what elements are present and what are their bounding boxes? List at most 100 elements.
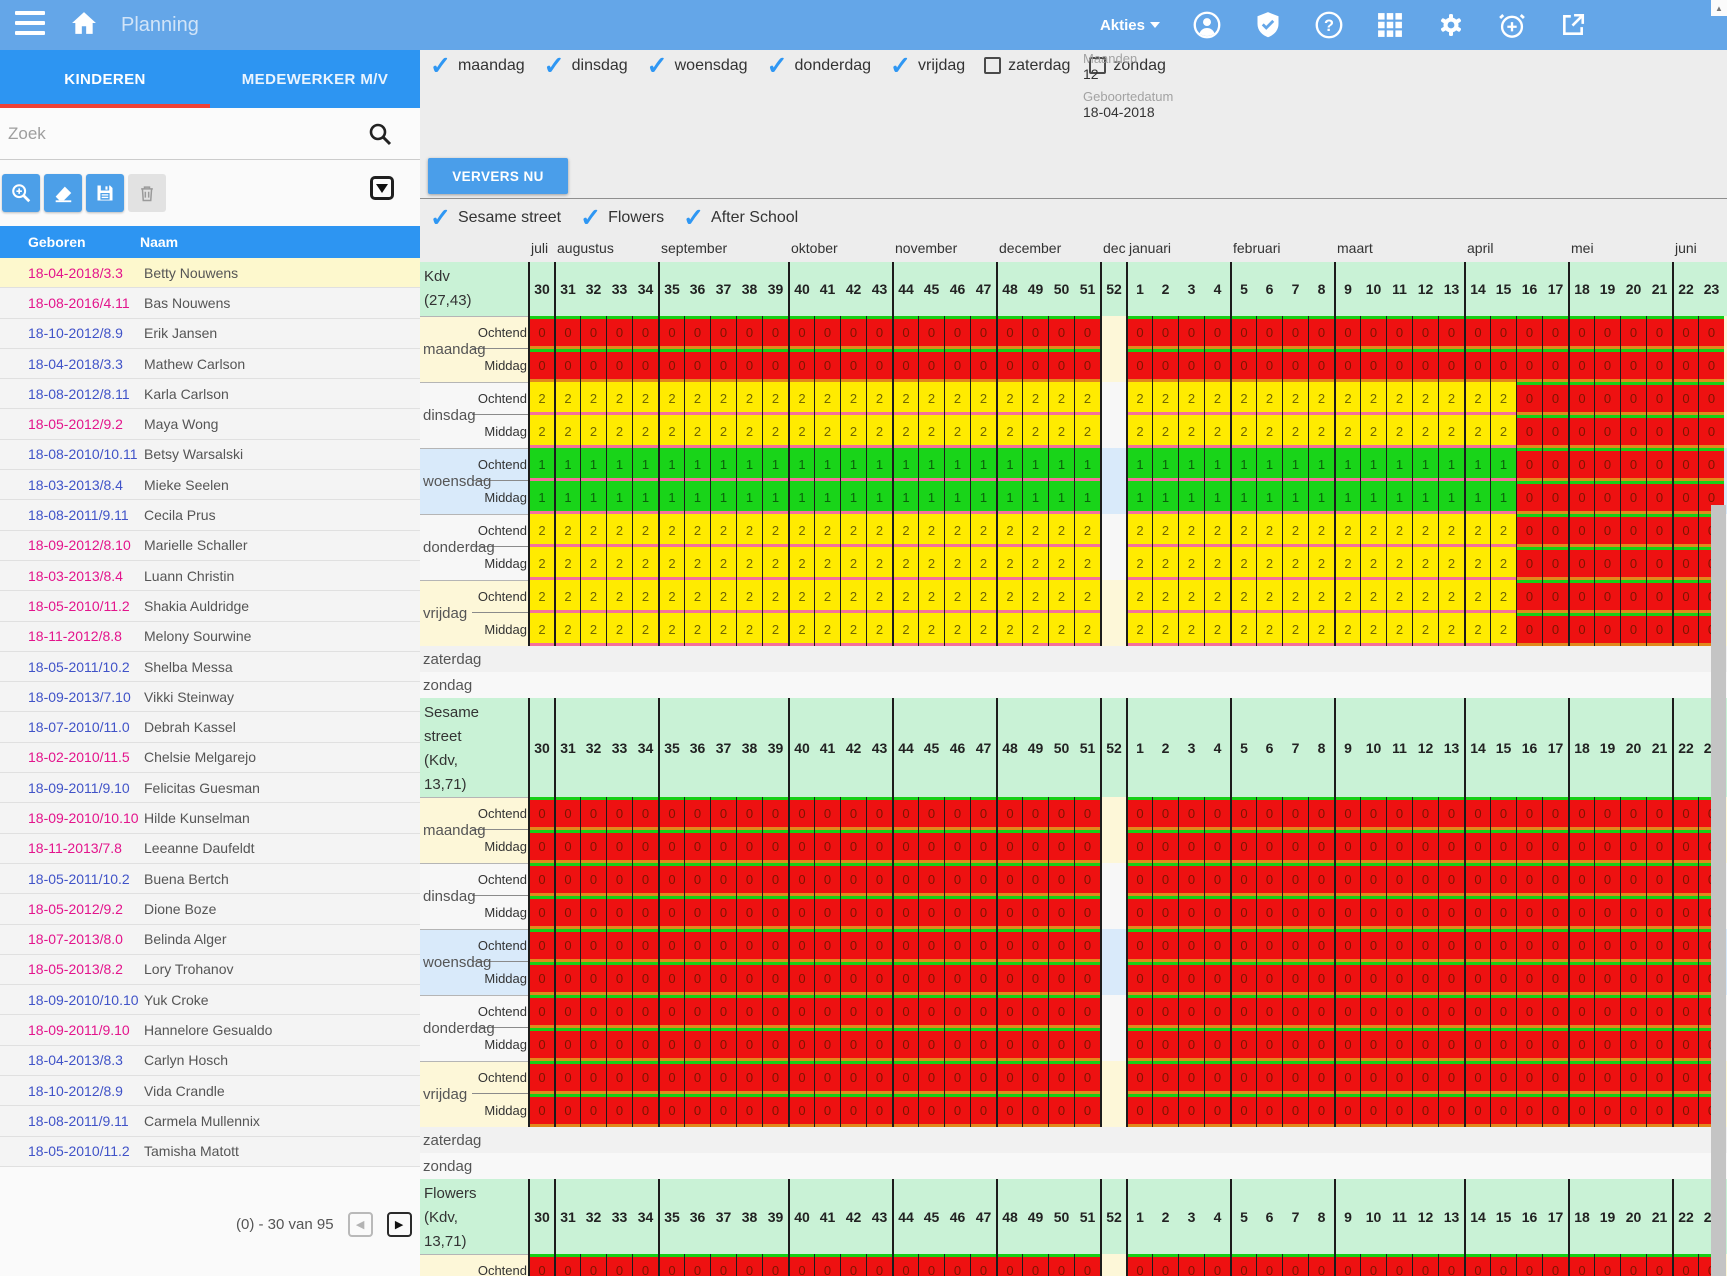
schedule-cell[interactable]: 0 <box>632 349 658 382</box>
schedule-cell[interactable]: 0 <box>632 863 658 896</box>
ververs-nu-button[interactable]: VERVERS NU <box>428 158 568 194</box>
schedule-cell[interactable]: 2 <box>970 415 996 448</box>
schedule-cell[interactable]: 2 <box>1386 514 1412 547</box>
schedule-cell[interactable]: 2 <box>1360 547 1386 580</box>
schedule-cell[interactable]: 0 <box>1360 1061 1386 1094</box>
open-in-new-icon[interactable] <box>1559 11 1587 39</box>
schedule-cell[interactable]: 0 <box>892 797 918 830</box>
schedule-cell[interactable]: 0 <box>970 929 996 962</box>
schedule-cell[interactable]: 0 <box>892 896 918 929</box>
schedule-cell[interactable]: 0 <box>1256 1094 1282 1127</box>
schedule-cell[interactable]: 0 <box>1074 1061 1100 1094</box>
schedule-cell[interactable]: 0 <box>762 316 788 349</box>
schedule-cell[interactable]: 1 <box>996 481 1022 514</box>
schedule-cell[interactable]: 2 <box>1438 613 1464 646</box>
schedule-cell[interactable]: 2 <box>1464 514 1490 547</box>
schedule-cell[interactable]: 1 <box>762 481 788 514</box>
schedule-cell[interactable]: 2 <box>528 547 554 580</box>
schedule-cell[interactable]: 0 <box>736 1061 762 1094</box>
schedule-cell[interactable]: 1 <box>996 448 1022 481</box>
schedule-cell[interactable]: 0 <box>1438 349 1464 382</box>
schedule-cell[interactable]: 1 <box>840 481 866 514</box>
schedule-cell[interactable]: 0 <box>1568 481 1594 514</box>
schedule-cell[interactable]: 2 <box>1308 382 1334 415</box>
schedule-cell[interactable]: 0 <box>1230 962 1256 995</box>
schedule-cell[interactable]: 0 <box>606 349 632 382</box>
schedule-cell[interactable]: 0 <box>840 1254 866 1276</box>
schedule-cell[interactable]: 0 <box>1230 830 1256 863</box>
schedule-cell[interactable]: 0 <box>1594 580 1620 613</box>
schedule-cell[interactable]: 0 <box>1360 830 1386 863</box>
schedule-cell[interactable]: 0 <box>710 1028 736 1061</box>
schedule-cell[interactable]: 0 <box>1178 962 1204 995</box>
day-filter-checkbox-woensdag[interactable] <box>647 56 668 76</box>
schedule-cell[interactable]: 0 <box>1074 863 1100 896</box>
schedule-cell[interactable]: 0 <box>1516 863 1542 896</box>
schedule-cell[interactable]: 0 <box>1672 316 1698 349</box>
schedule-cell[interactable]: 0 <box>1152 995 1178 1028</box>
schedule-cell[interactable]: 0 <box>1074 896 1100 929</box>
schedule-cell[interactable]: 0 <box>1204 797 1230 830</box>
schedule-cell[interactable]: 0 <box>918 349 944 382</box>
schedule-cell[interactable]: 0 <box>1620 1028 1646 1061</box>
schedule-cell[interactable]: 2 <box>892 580 918 613</box>
schedule-cell[interactable]: 0 <box>1230 863 1256 896</box>
schedule-cell[interactable]: 2 <box>580 547 606 580</box>
schedule-cell[interactable]: 2 <box>632 382 658 415</box>
schedule-cell[interactable]: 0 <box>1048 863 1074 896</box>
schedule-cell[interactable]: 2 <box>1022 580 1048 613</box>
schedule-cell[interactable]: 0 <box>554 995 580 1028</box>
schedule-cell[interactable]: 0 <box>1464 929 1490 962</box>
schedule-cell[interactable]: 2 <box>736 580 762 613</box>
schedule-cell[interactable]: 2 <box>1438 415 1464 448</box>
schedule-cell[interactable]: 0 <box>1308 995 1334 1028</box>
schedule-cell[interactable]: 0 <box>1048 896 1074 929</box>
schedule-cell[interactable]: 0 <box>1594 929 1620 962</box>
schedule-cell[interactable]: 0 <box>892 1061 918 1094</box>
schedule-cell[interactable]: 0 <box>1178 349 1204 382</box>
schedule-cell[interactable]: 0 <box>1282 896 1308 929</box>
schedule-cell[interactable]: 1 <box>684 448 710 481</box>
schedule-cell[interactable]: 0 <box>1256 1254 1282 1276</box>
schedule-cell[interactable]: 0 <box>918 863 944 896</box>
schedule-cell[interactable]: 0 <box>1022 995 1048 1028</box>
schedule-cell[interactable]: 0 <box>1646 995 1672 1028</box>
schedule-cell[interactable]: 2 <box>840 382 866 415</box>
schedule-cell[interactable]: 0 <box>1022 962 1048 995</box>
schedule-cell[interactable]: 0 <box>1672 547 1698 580</box>
schedule-cell[interactable]: 0 <box>528 316 554 349</box>
schedule-cell[interactable]: 2 <box>1334 580 1360 613</box>
schedule-cell[interactable]: 2 <box>684 382 710 415</box>
schedule-cell[interactable]: 1 <box>1178 481 1204 514</box>
day-filter-checkbox-zaterdag[interactable] <box>984 57 1001 74</box>
schedule-cell[interactable]: 2 <box>632 547 658 580</box>
schedule-cell[interactable]: 0 <box>528 896 554 929</box>
schedule-cell[interactable]: 0 <box>1646 1094 1672 1127</box>
schedule-cell[interactable]: 0 <box>1412 962 1438 995</box>
schedule-cell[interactable]: 0 <box>1048 830 1074 863</box>
schedule-cell[interactable]: 0 <box>1282 1094 1308 1127</box>
schedule-cell[interactable]: 0 <box>1022 830 1048 863</box>
schedule-cell[interactable]: 0 <box>1490 995 1516 1028</box>
schedule-cell[interactable]: 0 <box>1646 316 1672 349</box>
schedule-cell[interactable]: 0 <box>1438 1254 1464 1276</box>
schedule-cell[interactable]: 0 <box>996 349 1022 382</box>
schedule-cell[interactable]: 0 <box>1568 1061 1594 1094</box>
schedule-cell[interactable]: 0 <box>1074 797 1100 830</box>
schedule-cell[interactable]: 2 <box>814 580 840 613</box>
schedule-cell[interactable]: 0 <box>710 830 736 863</box>
schedule-cell[interactable]: 0 <box>1620 316 1646 349</box>
schedule-cell[interactable]: 1 <box>1490 481 1516 514</box>
schedule-cell[interactable]: 0 <box>1256 316 1282 349</box>
schedule-cell[interactable]: 0 <box>1204 896 1230 929</box>
schedule-cell[interactable]: 2 <box>762 382 788 415</box>
schedule-cell[interactable]: 0 <box>1438 830 1464 863</box>
schedule-cell[interactable]: 2 <box>528 580 554 613</box>
schedule-cell[interactable]: 0 <box>1334 1254 1360 1276</box>
schedule-cell[interactable]: 2 <box>918 514 944 547</box>
table-row[interactable]: 18-08-2011/9.11Cecila Prus <box>0 500 420 530</box>
schedule-cell[interactable]: 1 <box>1386 481 1412 514</box>
schedule-cell[interactable]: 0 <box>1490 1094 1516 1127</box>
schedule-cell[interactable]: 0 <box>1386 896 1412 929</box>
schedule-cell[interactable]: 0 <box>710 797 736 830</box>
